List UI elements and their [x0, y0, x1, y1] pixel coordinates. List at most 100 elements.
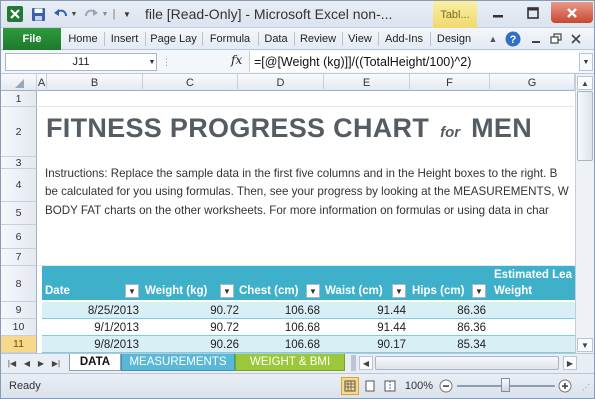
- header-estimated-lean-2[interactable]: Weight: [494, 282, 575, 300]
- formula-bar-grip-icon[interactable]: ⋮: [162, 54, 171, 70]
- undo-icon[interactable]: [53, 6, 69, 22]
- row-header-5[interactable]: 5: [1, 202, 37, 225]
- column-header-d[interactable]: D: [238, 74, 324, 91]
- row-header-3[interactable]: 3: [1, 157, 37, 169]
- tab-add-ins[interactable]: Add-Ins: [380, 28, 428, 50]
- column-header-b[interactable]: B: [47, 74, 143, 91]
- help-icon[interactable]: ?: [504, 30, 522, 48]
- filter-dropdown-icon[interactable]: ▼: [392, 284, 406, 298]
- tab-insert[interactable]: Insert: [106, 28, 143, 50]
- tab-design[interactable]: Design: [432, 28, 476, 50]
- fx-icon[interactable]: fx: [231, 53, 242, 67]
- column-header-f[interactable]: F: [410, 74, 490, 91]
- table-row[interactable]: 9/1/2013 90.72 106.68 91.44 86.36: [42, 319, 576, 336]
- column-header-e[interactable]: E: [324, 74, 410, 91]
- scroll-left-arrow-icon[interactable]: ◀: [359, 356, 373, 370]
- row-header-11[interactable]: 11: [1, 336, 37, 353]
- column-header-a[interactable]: A: [37, 74, 47, 91]
- column-header-g[interactable]: G: [490, 74, 575, 91]
- vertical-scroll-thumb[interactable]: [577, 91, 593, 161]
- zoom-in-icon[interactable]: [557, 378, 573, 394]
- row-header-9[interactable]: 9: [1, 302, 37, 319]
- prev-sheet-icon[interactable]: ◀: [21, 356, 33, 370]
- cell-chest[interactable]: 106.68: [239, 336, 320, 353]
- cell-weight[interactable]: 90.72: [144, 302, 239, 319]
- row-header-2[interactable]: 2: [1, 107, 37, 157]
- zoom-out-icon[interactable]: [438, 378, 454, 394]
- tab-page-layout[interactable]: Page Lay: [147, 28, 200, 50]
- page-layout-view-icon[interactable]: [361, 377, 379, 395]
- cell-chest[interactable]: 106.68: [239, 319, 320, 336]
- filter-dropdown-icon[interactable]: ▼: [125, 284, 139, 298]
- tab-review[interactable]: Review: [296, 28, 340, 50]
- select-all-corner[interactable]: [1, 74, 37, 91]
- row-header-7[interactable]: 7: [1, 249, 37, 266]
- sheet-tab-measurements[interactable]: MEASUREMENTS: [121, 354, 235, 371]
- save-icon[interactable]: [30, 6, 46, 22]
- column-header-c[interactable]: C: [143, 74, 238, 91]
- tab-formulas[interactable]: Formula: [204, 28, 256, 50]
- last-sheet-icon[interactable]: ▶|: [49, 356, 63, 370]
- table-row[interactable]: 9/8/2013 90.26 106.68 90.17 85.34: [42, 336, 576, 353]
- row-header-8[interactable]: 8: [1, 266, 37, 302]
- minimize-ribbon-icon[interactable]: ▲: [486, 31, 500, 47]
- formula-input[interactable]: =[@[Weight (kg)]]/((TotalHeight/100)^2): [249, 51, 579, 72]
- cell-waist[interactable]: 90.17: [326, 336, 406, 353]
- row-header-4[interactable]: 4: [1, 169, 37, 202]
- page-break-view-icon[interactable]: [381, 377, 399, 395]
- cell-date[interactable]: 9/8/2013: [42, 336, 139, 353]
- header-weight[interactable]: Weight (kg): [145, 282, 225, 300]
- cell-hips[interactable]: 86.36: [412, 319, 486, 336]
- workbook-restore-icon[interactable]: [547, 31, 565, 47]
- scroll-down-arrow-icon[interactable]: ▼: [577, 338, 593, 352]
- normal-view-icon[interactable]: [341, 377, 359, 395]
- redo-icon[interactable]: [83, 6, 99, 22]
- row-header-1[interactable]: 1: [1, 91, 37, 107]
- filter-dropdown-icon[interactable]: ▼: [306, 284, 320, 298]
- first-sheet-icon[interactable]: |◀: [5, 356, 19, 370]
- expand-formula-bar-icon[interactable]: ▼: [579, 53, 593, 71]
- undo-dropdown-icon[interactable]: ▼: [70, 6, 78, 22]
- cell-hips[interactable]: 86.36: [412, 302, 486, 319]
- table-row[interactable]: 8/25/2013 90.72 106.68 91.44 86.36: [42, 302, 576, 319]
- redo-dropdown-icon[interactable]: ▼: [101, 6, 109, 22]
- horizontal-scroll-thumb[interactable]: [375, 356, 559, 370]
- maximize-icon[interactable]: [516, 3, 550, 23]
- workbook-close-icon[interactable]: [567, 31, 585, 47]
- customize-quick-access-icon[interactable]: ▼: [120, 6, 134, 22]
- scroll-right-arrow-icon[interactable]: ▶: [563, 356, 577, 370]
- zoom-slider-thumb[interactable]: [501, 378, 510, 392]
- excel-logo-icon[interactable]: [6, 5, 24, 23]
- scroll-up-arrow-icon[interactable]: ▲: [577, 76, 593, 90]
- tab-data[interactable]: Data: [260, 28, 292, 50]
- cell-hips[interactable]: 85.34: [412, 336, 486, 353]
- filter-dropdown-icon[interactable]: ▼: [220, 284, 234, 298]
- close-icon[interactable]: [551, 2, 593, 23]
- sheet-tab-weight-bmi[interactable]: WEIGHT & BMI: [235, 354, 345, 371]
- workbook-minimize-icon[interactable]: [527, 31, 545, 47]
- cell-weight[interactable]: 90.26: [144, 336, 239, 353]
- cell-weight[interactable]: 90.72: [144, 319, 239, 336]
- tab-home[interactable]: Home: [64, 28, 102, 50]
- minimize-icon[interactable]: [481, 3, 515, 23]
- file-tab[interactable]: File: [3, 28, 61, 50]
- resize-grip-icon[interactable]: ⋰: [580, 381, 592, 393]
- header-date[interactable]: Date: [45, 282, 115, 300]
- name-box-dropdown-icon[interactable]: ▼: [147, 54, 157, 70]
- cell-waist[interactable]: 91.44: [326, 319, 406, 336]
- tab-split-handle[interactable]: [351, 355, 356, 371]
- next-sheet-icon[interactable]: ▶: [35, 356, 47, 370]
- row-header-10[interactable]: 10: [1, 319, 37, 336]
- sheet-tab-data[interactable]: DATA: [69, 354, 121, 371]
- cell-waist[interactable]: 91.44: [326, 302, 406, 319]
- name-box[interactable]: J11: [5, 53, 157, 71]
- tab-view[interactable]: View: [344, 28, 376, 50]
- zoom-level[interactable]: 100%: [402, 378, 436, 394]
- filter-dropdown-icon[interactable]: ▼: [472, 284, 486, 298]
- table-tools-context-tab[interactable]: Tabl...: [433, 1, 477, 28]
- cell-date[interactable]: 8/25/2013: [42, 302, 139, 319]
- cell-chest[interactable]: 106.68: [239, 302, 320, 319]
- cell-date[interactable]: 9/1/2013: [42, 319, 139, 336]
- header-hips[interactable]: Hips (cm): [412, 282, 472, 300]
- row-header-6[interactable]: 6: [1, 225, 37, 249]
